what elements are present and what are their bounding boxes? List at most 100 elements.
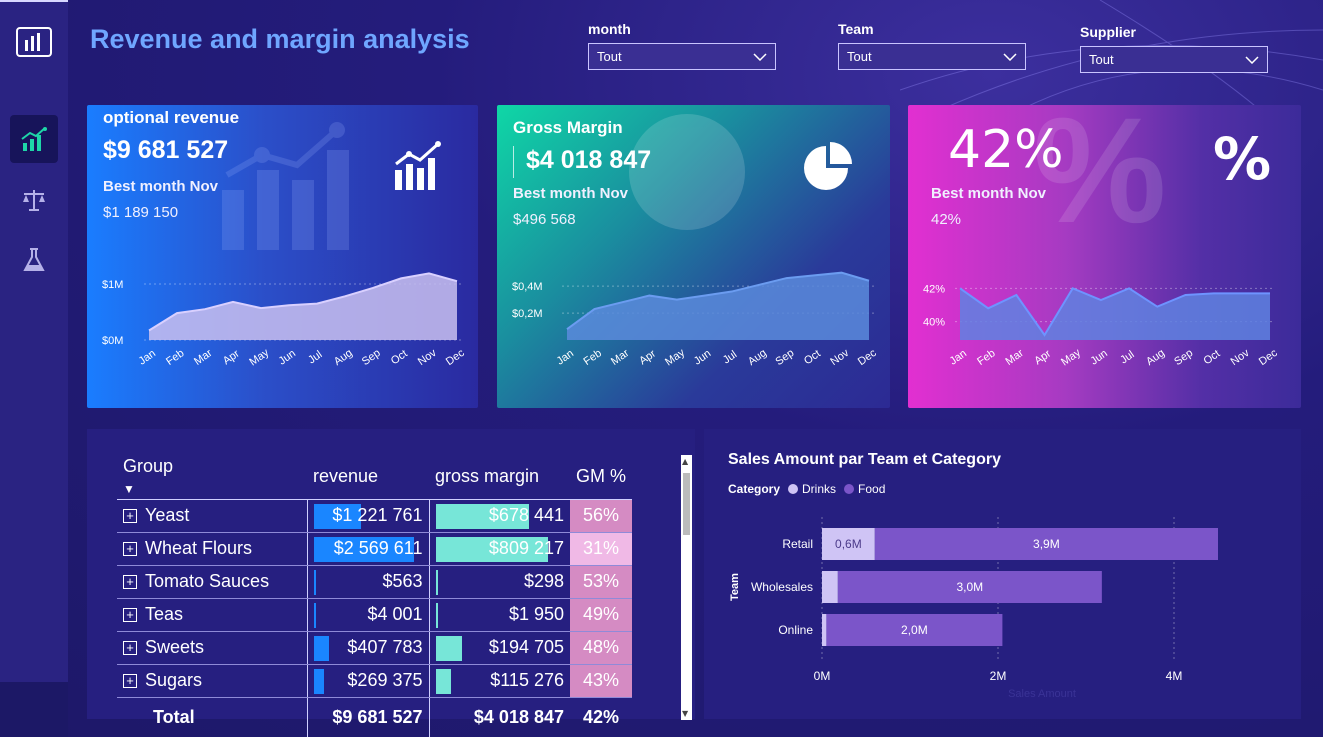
sparkline-y-tick: $1M (102, 279, 123, 291)
group-cell[interactable]: + Teas (117, 598, 307, 632)
category-label: Retail (782, 537, 813, 551)
gm-percent-card[interactable]: % 42% Best month Nov 42% % 42% 40% Jan Feb M… (908, 105, 1301, 408)
margin-best-value: $496 568 (513, 211, 576, 228)
sidebar (0, 0, 68, 682)
col-header-group[interactable]: Group ▼ (117, 455, 307, 500)
revenue-page-icon[interactable] (10, 115, 58, 163)
margin-cell: $298 (428, 565, 570, 599)
pct-best-value: 42% (931, 211, 962, 228)
month-dropdown-value: Tout (597, 49, 622, 64)
sparkline-month-label: Sep (360, 347, 383, 368)
supplier-dropdown-value: Tout (1089, 52, 1114, 67)
margin-cell: $194 705 (428, 631, 570, 665)
margin-databar (435, 602, 438, 628)
sparkline-month-label: Dec (444, 347, 467, 368)
sparkline-month-label: Jun (277, 348, 298, 368)
scroll-up-icon[interactable]: ▲ (682, 457, 688, 466)
revenue-sparkline: $1M $0M Jan Feb Mar Apr May Jun Jul Aug Sep Oct Nov D… (102, 272, 467, 368)
sparkline-month-label: Dec (1257, 347, 1280, 368)
expand-icon[interactable]: + (123, 641, 137, 656)
x-tick-label: 0M (814, 669, 831, 683)
sparkline-month-label: Mar (192, 347, 215, 368)
margin-cell: $678 441 (428, 499, 570, 533)
category-label: Online (778, 623, 813, 637)
revenue-databar (313, 668, 324, 694)
expand-icon[interactable]: + (123, 509, 137, 524)
margin-value: $298 (523, 571, 564, 591)
margin-databar (435, 569, 438, 595)
margin-cell: $1 950 (428, 598, 570, 632)
table-row[interactable]: + Sugars $269 375 $115 276 43% (117, 664, 632, 698)
table-row[interactable]: + Tomato Sauces $563 $298 53% (117, 565, 632, 599)
growth-chart-icon (395, 141, 441, 190)
col-header-gm-pct[interactable]: GM % (570, 455, 632, 500)
revenue-databar (313, 635, 330, 661)
x-tick-label: 2M (990, 669, 1007, 683)
sort-desc-icon[interactable]: ▼ (123, 482, 135, 496)
gm-percent-big-value: 42% (948, 120, 1064, 180)
gm-pct-value: 31% (582, 538, 620, 558)
table-row[interactable]: + Teas $4 001 $1 950 49% (117, 598, 632, 632)
sparkline-month-label: Jul (306, 349, 324, 367)
bar-drinks[interactable] (822, 571, 838, 603)
gm-pct-value: 48% (582, 637, 620, 657)
sparkline-month-label: May (663, 346, 687, 368)
flask-page-icon[interactable] (10, 236, 58, 284)
revenue-best-label: Best month Nov (103, 178, 219, 195)
expand-icon[interactable]: + (123, 674, 137, 689)
scroll-thumb[interactable] (683, 473, 690, 535)
revenue-card[interactable]: optional revenue $9 681 527 Best month N… (87, 105, 478, 408)
revenue-value: $9 681 527 (103, 136, 229, 164)
gm-pct-value: 49% (582, 604, 620, 624)
expand-icon[interactable]: + (123, 575, 137, 590)
expand-icon[interactable]: + (123, 608, 137, 623)
group-cell[interactable]: + Yeast (117, 499, 307, 533)
table-row[interactable]: + Wheat Flours $2 569 611 $809 217 31% (117, 532, 632, 566)
margin-title: Gross Margin (513, 118, 623, 137)
sparkline-month-label: Feb (164, 347, 186, 368)
group-cell[interactable]: + Sugars (117, 664, 307, 698)
bg-chart-watermark-icon (222, 122, 349, 250)
group-matrix-panel: Group ▼ revenue gross margin GM % + Yeast … (87, 429, 695, 737)
scroll-down-icon[interactable]: ▼ (682, 709, 688, 718)
gm-pct-cell: 49% (570, 598, 632, 632)
sparkline-y-tick: 40% (923, 317, 945, 329)
table-row[interactable]: + Yeast $1 221 761 $678 441 56% (117, 499, 632, 533)
group-cell[interactable]: + Wheat Flours (117, 532, 307, 566)
sales-chart-panel: Sales Amount par Team et Category Catego… (704, 429, 1301, 719)
month-dropdown[interactable]: Tout (588, 43, 776, 70)
sparkline-month-label: Aug (1144, 347, 1167, 368)
group-name: Tomato Sauces (145, 571, 270, 591)
expand-icon[interactable]: + (123, 542, 137, 557)
sparkline-month-label: Oct (389, 348, 410, 368)
margin-card[interactable]: Gross Margin $4 018 847 Best month Nov $… (497, 105, 890, 408)
total-label: Total (153, 706, 195, 727)
margin-cell: $809 217 (428, 532, 570, 566)
scale-page-icon[interactable] (10, 176, 58, 224)
sparkline-month-label: Jan (137, 348, 158, 368)
group-cell[interactable]: + Tomato Sauces (117, 565, 307, 599)
group-cell[interactable]: + Sweets (117, 631, 307, 665)
revenue-value: $269 375 (347, 670, 423, 690)
sparkline-month-label: Aug (332, 347, 355, 368)
gm-pct-cell: 56% (570, 499, 632, 533)
sparkline-month-label: Jun (1088, 348, 1109, 368)
team-dropdown[interactable]: Tout (838, 43, 1026, 70)
table-row[interactable]: + Sweets $407 783 $194 705 48% (117, 631, 632, 665)
chevron-down-icon (753, 52, 767, 61)
table-scrollbar[interactable]: ▲ ▼ (681, 455, 692, 720)
sparkline-y-tick: $0M (102, 335, 123, 347)
report-logo-icon[interactable] (10, 18, 58, 66)
total-gm-pct: 42% (582, 706, 620, 727)
supplier-dropdown[interactable]: Tout (1080, 46, 1268, 73)
page-title: Revenue and margin analysis (90, 24, 470, 54)
sales-bar-chart: 0M 2M 4M Sales Amount Team Retail 0,6M 3,9M Whol… (729, 517, 1218, 700)
team-dropdown-value: Tout (847, 49, 872, 64)
col-header-margin[interactable]: gross margin (429, 455, 570, 500)
bar-drinks[interactable] (822, 614, 827, 646)
filter-team: Team Tout (838, 21, 1026, 70)
col-header-revenue[interactable]: revenue (307, 455, 429, 500)
margin-divider (513, 146, 514, 178)
bar-data-label: 3,0M (956, 580, 983, 594)
revenue-cell: $407 783 (306, 631, 429, 665)
